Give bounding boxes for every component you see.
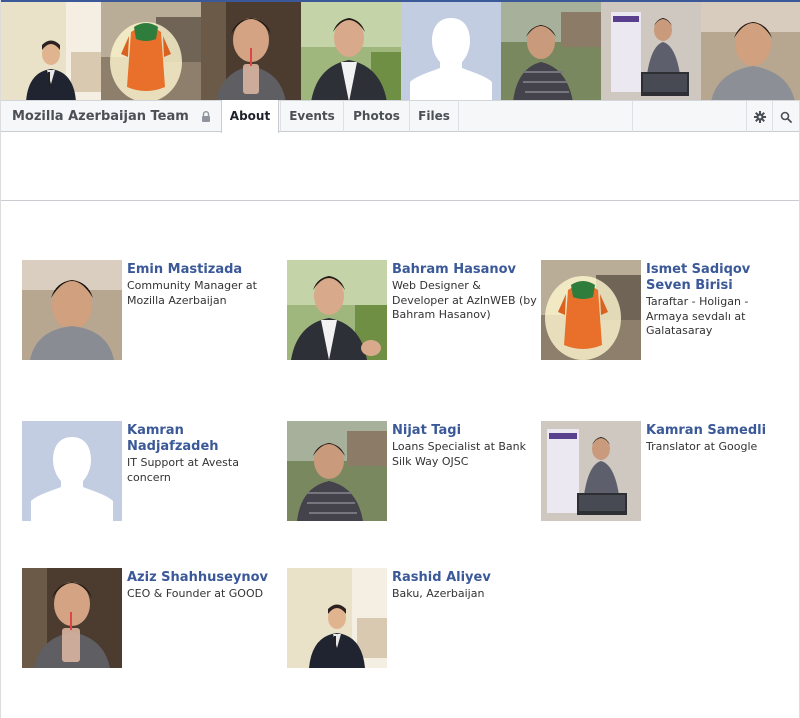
member-card: Kamran Samedli Translator at Google <box>541 421 791 521</box>
cover-photo-4[interactable] <box>301 2 401 100</box>
member-description: Baku, Azerbaijan <box>392 587 485 600</box>
member-description: Loans Specialist at Bank Silk Way OJSC <box>392 440 527 468</box>
member-name-link[interactable]: Rashid Aliyev <box>392 570 537 586</box>
cover-photo-6[interactable] <box>501 2 601 100</box>
cover-photo-3[interactable] <box>201 2 301 100</box>
member-name-link[interactable]: Aziz Shahhuseynov <box>127 570 272 586</box>
member-card: Nijat Tagi Loans Specialist at Bank Silk… <box>287 421 537 521</box>
tab-files[interactable]: Files <box>409 100 459 132</box>
member-name-link[interactable]: Kamran Samedli <box>646 423 791 439</box>
member-name-link[interactable]: Kamran Nadjafzadeh <box>127 423 272 455</box>
member-card: Aziz Shahhuseynov CEO & Founder at GOOD <box>22 568 272 668</box>
search-icon[interactable] <box>772 101 798 132</box>
member-description: Community Manager at Mozilla Azerbaijan <box>127 279 257 307</box>
member-photo[interactable] <box>541 421 641 521</box>
tab-events[interactable]: Events <box>280 100 343 132</box>
member-card: Rashid Aliyev Baku, Azerbaijan <box>287 568 537 668</box>
member-description: Web Designer & Developer at AzInWEB (by … <box>392 279 537 321</box>
member-card: Ismet Sadiqov Seven Birisi Taraftar - Ho… <box>541 260 791 360</box>
member-photo[interactable] <box>287 568 387 668</box>
cover-photo-5[interactable] <box>401 2 501 100</box>
gear-icon[interactable] <box>746 101 772 132</box>
section-divider <box>1 200 799 201</box>
group-name[interactable]: Mozilla Azerbaijan Team <box>12 101 189 132</box>
cover-photo-strip <box>1 0 800 100</box>
member-photo[interactable] <box>287 421 387 521</box>
member-description: Translator at Google <box>646 440 758 453</box>
member-card: Bahram Hasanov Web Designer & Developer … <box>287 260 537 360</box>
member-photo[interactable] <box>22 260 122 360</box>
member-description: IT Support at Avesta concern <box>127 456 239 484</box>
member-name-link[interactable]: Emin Mastizada <box>127 262 272 278</box>
member-name-link[interactable]: Nijat Tagi <box>392 423 537 439</box>
member-name-link[interactable]: Ismet Sadiqov Seven Birisi <box>646 262 791 294</box>
lock-icon <box>202 111 210 122</box>
cover-photo-7[interactable] <box>601 2 701 100</box>
tab-about[interactable]: About <box>221 100 279 133</box>
tab-photos[interactable]: Photos <box>343 100 409 132</box>
member-description: CEO & Founder at GOOD <box>127 587 264 600</box>
member-card: Emin Mastizada Community Manager at Mozi… <box>22 260 272 360</box>
cover-photo-8[interactable] <box>701 2 800 100</box>
member-name-link[interactable]: Bahram Hasanov <box>392 262 537 278</box>
member-description: Taraftar - Holigan - Armaya sevdalı at G… <box>646 295 749 337</box>
member-photo[interactable] <box>287 260 387 360</box>
member-photo[interactable] <box>22 421 122 521</box>
member-photo[interactable] <box>22 568 122 668</box>
cover-photo-1[interactable] <box>1 2 101 100</box>
member-photo[interactable] <box>541 260 641 360</box>
member-card: Kamran Nadjafzadeh IT Support at Avesta … <box>22 421 272 521</box>
header-separator <box>632 101 633 132</box>
group-header-bar: Mozilla Azerbaijan Team About Events Pho… <box>1 100 799 133</box>
cover-photo-2[interactable] <box>101 2 201 100</box>
